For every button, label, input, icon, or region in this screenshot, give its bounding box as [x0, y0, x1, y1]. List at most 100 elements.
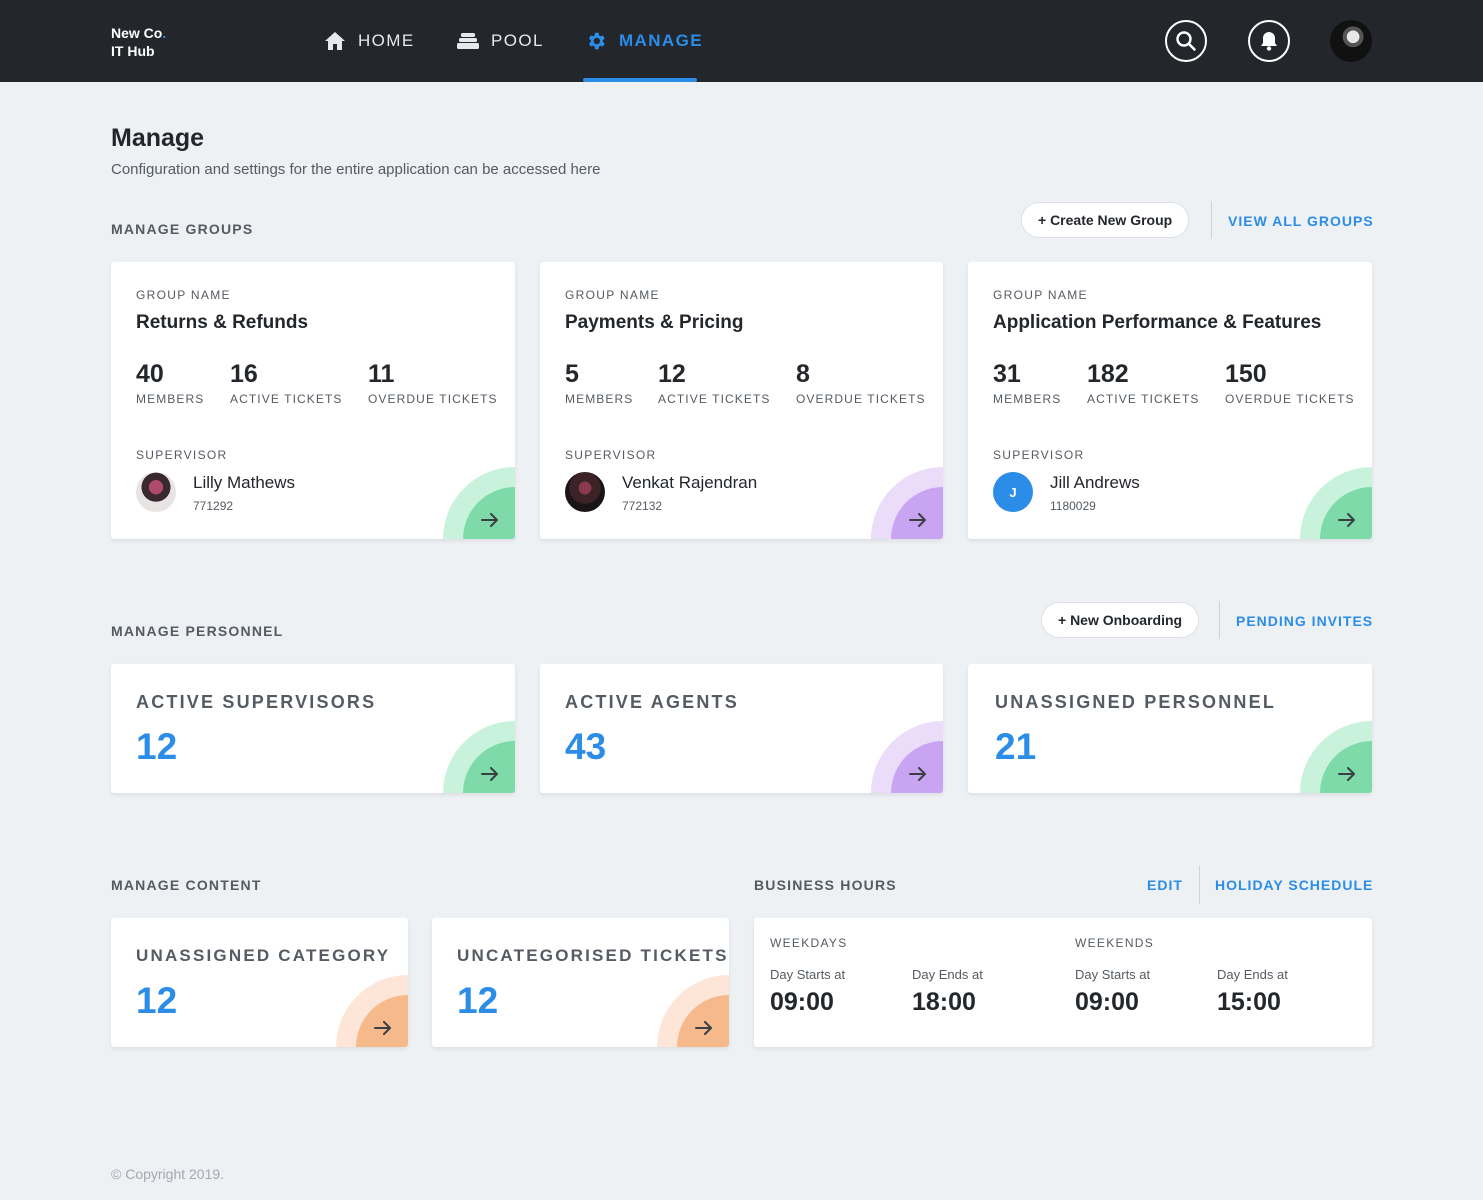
arrow-right-icon [909, 767, 926, 781]
group-name: Payments & Pricing [565, 312, 744, 333]
brand-subtitle: IT Hub [111, 43, 155, 59]
supervisor-label: SUPERVISOR [565, 448, 657, 462]
brand-dot: . [162, 25, 167, 41]
open-group-button[interactable] [871, 467, 943, 539]
members-label: MEMBERS [136, 392, 205, 406]
weekday-end-time: 18:00 [912, 988, 976, 1016]
active-tickets-count: 12 [658, 360, 686, 388]
nav-pool[interactable]: POOL [457, 0, 544, 82]
stat-card-value: 12 [457, 980, 499, 1021]
edit-hours-link[interactable]: EDIT [1147, 877, 1183, 893]
members-label: MEMBERS [993, 392, 1062, 406]
arrow-right-icon [1338, 513, 1355, 527]
open-group-button[interactable] [1300, 467, 1372, 539]
view-all-groups-link[interactable]: VIEW ALL GROUPS [1228, 213, 1374, 229]
overdue-tickets-label: OVERDUE TICKETS [1225, 392, 1355, 406]
page-title: Manage [111, 124, 205, 152]
holiday-schedule-link[interactable]: HOLIDAY SCHEDULE [1215, 877, 1373, 893]
weekdays-label: WEEKDAYS [770, 936, 848, 950]
supervisor-id: 772132 [622, 499, 663, 513]
weekend-end-label: Day Ends at [1217, 967, 1288, 982]
open-stat-button[interactable] [336, 975, 408, 1047]
arrow-right-icon [1338, 767, 1355, 781]
group-card[interactable]: GROUP NAME Application Performance & Fea… [968, 262, 1372, 539]
active-tickets-label: ACTIVE TICKETS [1087, 392, 1200, 406]
nav-manage[interactable]: MANAGE [585, 0, 703, 82]
supervisor-avatar: J [993, 472, 1033, 512]
stat-card-active-agents[interactable]: ACTIVE AGENTS 43 [540, 664, 943, 793]
copyright-text: © Copyright 2019. [111, 1166, 225, 1182]
arrow-right-icon [695, 1021, 712, 1035]
group-card[interactable]: GROUP NAME Returns & Refunds 40 MEMBERS … [111, 262, 515, 539]
supervisor-avatar [565, 472, 605, 512]
page-subtitle: Configuration and settings for the entir… [111, 161, 601, 178]
stat-card-label: UNASSIGNED CATEGORY [136, 946, 391, 965]
nav-home-label: HOME [358, 31, 415, 50]
active-tickets-label: ACTIVE TICKETS [230, 392, 343, 406]
home-icon [325, 32, 345, 50]
nav-home[interactable]: HOME [324, 0, 415, 82]
open-stat-button[interactable] [657, 975, 729, 1047]
bell-icon [1261, 32, 1277, 51]
new-onboarding-button[interactable]: + New Onboarding [1041, 602, 1200, 638]
stat-card-label: ACTIVE AGENTS [565, 692, 739, 712]
group-name-label: GROUP NAME [993, 288, 1088, 302]
open-stat-button[interactable] [443, 721, 515, 793]
members-count: 40 [136, 360, 164, 388]
stat-card-unassigned-category[interactable]: UNASSIGNED CATEGORY 12 [111, 918, 408, 1047]
supervisor-name: Jill Andrews [1050, 473, 1140, 492]
active-tickets-count: 182 [1087, 360, 1129, 388]
group-name-label: GROUP NAME [136, 288, 231, 302]
open-stat-button[interactable] [871, 721, 943, 793]
group-card[interactable]: GROUP NAME Payments & Pricing 5 MEMBERS … [540, 262, 943, 539]
open-stat-button[interactable] [1300, 721, 1372, 793]
arrow-right-icon [374, 1021, 391, 1035]
notifications-button[interactable] [1248, 20, 1290, 62]
weekday-start-time: 09:00 [770, 988, 834, 1016]
stat-card-value: 43 [565, 726, 607, 767]
group-name: Application Performance & Features [993, 312, 1322, 333]
supervisor-avatar [136, 472, 176, 512]
active-tab-indicator [583, 78, 697, 82]
supervisor-id: 771292 [193, 499, 234, 513]
members-count: 31 [993, 360, 1021, 388]
brand-logo[interactable]: New Co. IT Hub [111, 24, 166, 60]
active-tickets-label: ACTIVE TICKETS [658, 392, 771, 406]
gear-icon [588, 32, 605, 50]
nav-manage-label: MANAGE [619, 31, 703, 50]
stat-card-active-supervisors[interactable]: ACTIVE SUPERVISORS 12 [111, 664, 515, 793]
stat-card-label: UNCATEGORISED TICKETS [457, 946, 729, 965]
manage-groups-heading: MANAGE GROUPS [111, 221, 254, 237]
stat-card-value: 21 [995, 726, 1037, 767]
overdue-tickets-label: OVERDUE TICKETS [368, 392, 498, 406]
top-nav-bar: New Co. IT Hub HOME POOL MANAGE [0, 0, 1483, 82]
divider [1219, 601, 1220, 639]
business-hours-card: WEEKDAYS Day Starts at 09:00 Day Ends at… [754, 918, 1372, 1047]
nav-pool-label: POOL [491, 31, 544, 50]
weekends-label: WEEKENDS [1075, 936, 1155, 950]
stat-card-uncategorised-tickets[interactable]: UNCATEGORISED TICKETS 12 [432, 918, 729, 1047]
supervisor-label: SUPERVISOR [136, 448, 228, 462]
manage-personnel-heading: MANAGE PERSONNEL [111, 623, 284, 639]
create-new-group-button[interactable]: + Create New Group [1021, 202, 1190, 238]
pool-icon [457, 33, 479, 49]
weekend-end-time: 15:00 [1217, 988, 1281, 1016]
active-tickets-count: 16 [230, 360, 258, 388]
weekday-end-label: Day Ends at [912, 967, 983, 982]
stat-card-value: 12 [136, 980, 178, 1021]
search-button[interactable] [1165, 20, 1207, 62]
stat-card-value: 12 [136, 726, 178, 767]
supervisor-id: 1180029 [1050, 499, 1096, 513]
open-group-button[interactable] [443, 467, 515, 539]
supervisor-label: SUPERVISOR [993, 448, 1085, 462]
pending-invites-link[interactable]: PENDING INVITES [1236, 613, 1373, 629]
divider [1199, 866, 1200, 904]
user-avatar[interactable] [1330, 20, 1372, 62]
weekday-start-label: Day Starts at [770, 967, 846, 982]
manage-content-heading: MANAGE CONTENT [111, 877, 262, 893]
group-name-label: GROUP NAME [565, 288, 660, 302]
overdue-tickets-label: OVERDUE TICKETS [796, 392, 926, 406]
supervisor-name: Venkat Rajendran [622, 473, 758, 492]
stat-card-unassigned-personnel[interactable]: UNASSIGNED PERSONNEL 21 [968, 664, 1372, 793]
weekend-start-label: Day Starts at [1075, 967, 1151, 982]
